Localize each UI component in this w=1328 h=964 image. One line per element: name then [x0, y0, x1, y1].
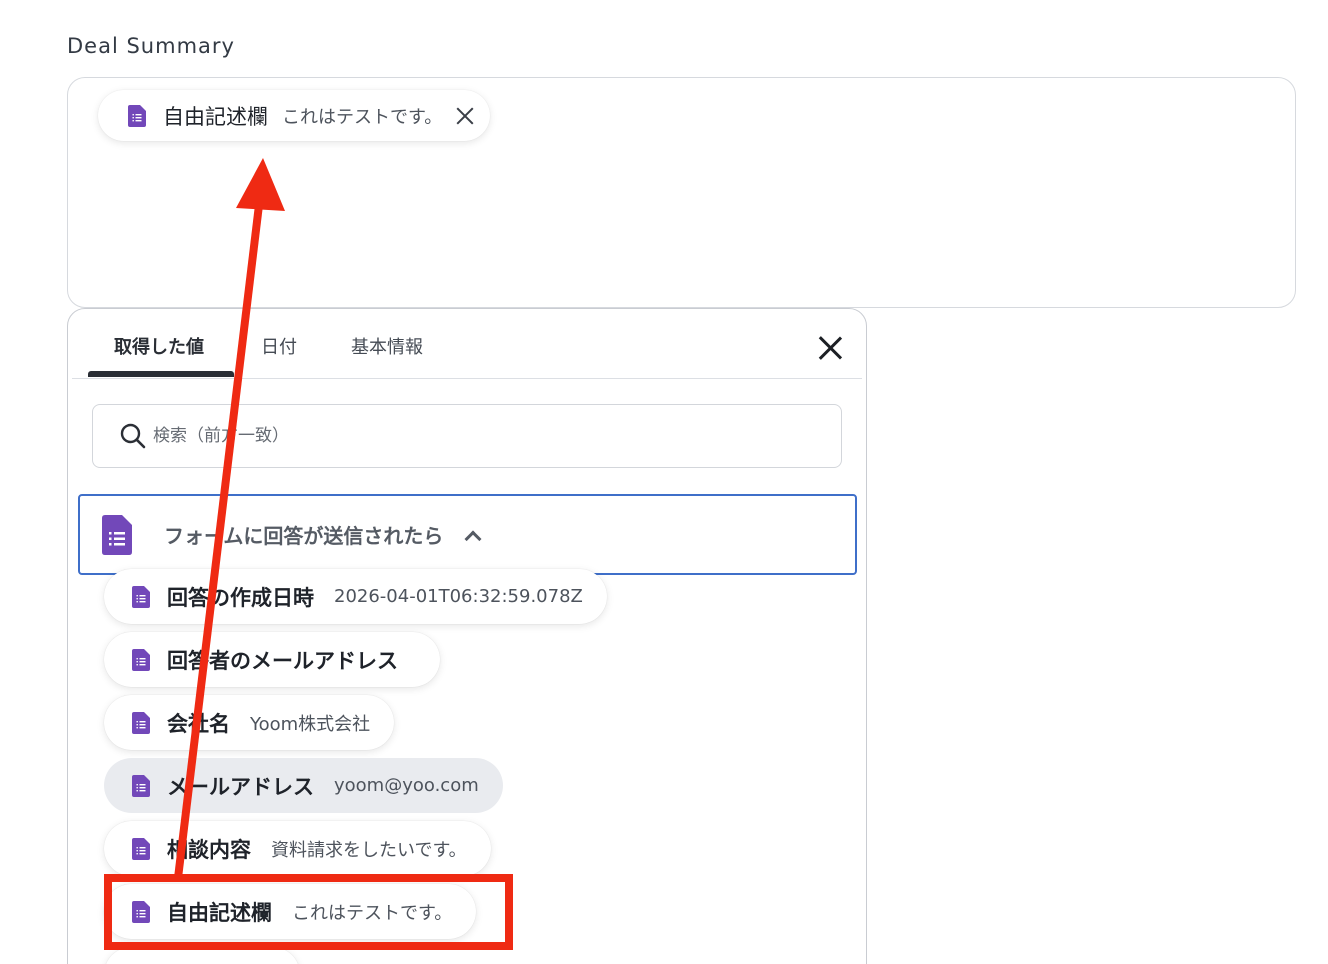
item-value: 2026-04-01T06:32:59.078Z — [334, 586, 583, 607]
trigger-group-header[interactable]: フォームに回答が送信されたら — [78, 494, 857, 575]
item-title: 回答者のメールアドレス — [167, 648, 398, 673]
variable-item-response-created-at[interactable]: 回答の作成日時 2026-04-01T06:32:59.078Z — [104, 569, 607, 624]
google-forms-doc-icon — [132, 585, 150, 608]
annotation-highlight-box — [104, 874, 513, 950]
tab-basic-info[interactable]: 基本情報 — [351, 333, 423, 359]
tab-bar: 取得した値 日付 基本情報 — [72, 309, 862, 379]
item-value: 資料請求をしたいです。 — [271, 839, 467, 861]
variable-item-inquiry[interactable]: 相談内容 資料請求をしたいです。 — [104, 821, 491, 876]
item-value: Yoom株式会社 — [250, 713, 371, 735]
close-icon[interactable] — [817, 335, 843, 361]
search-icon — [120, 423, 146, 449]
variable-item-email[interactable]: メールアドレス yoom@yoo.com — [104, 758, 503, 813]
summary-variable-chip[interactable]: 自由記述欄 これはテストです。 — [98, 90, 491, 141]
google-forms-doc-icon — [102, 514, 132, 555]
chevron-up-icon — [463, 526, 481, 544]
item-title: 相談内容 — [167, 837, 251, 862]
item-title: メールアドレス — [167, 774, 314, 799]
variable-item-respondent-email[interactable]: 回答者のメールアドレス — [104, 632, 440, 687]
item-value: yoom@yoo.com — [334, 775, 479, 796]
variable-picker-panel: 取得した値 日付 基本情報 フォームに回答が送信されたら 回答の作成日時 202… — [67, 308, 867, 964]
item-title: 会社名 — [167, 711, 230, 736]
group-title: フォームに回答が送信されたら — [164, 524, 444, 548]
google-forms-doc-icon — [132, 711, 150, 734]
tab-date[interactable]: 日付 — [261, 333, 297, 359]
chip-value: これはテストです。 — [282, 106, 443, 128]
google-forms-doc-icon — [132, 648, 150, 671]
variable-item-company-name[interactable]: 会社名 Yoom株式会社 — [104, 695, 395, 750]
field-label: Deal Summary — [67, 34, 235, 58]
search-field[interactable] — [92, 404, 842, 468]
item-title: 回答の作成日時 — [167, 585, 314, 610]
search-input[interactable] — [153, 426, 753, 446]
google-forms-doc-icon — [128, 104, 146, 127]
active-tab-indicator — [88, 371, 234, 377]
google-forms-doc-icon — [132, 837, 150, 860]
chip-title: 自由記述欄 — [163, 104, 268, 129]
google-forms-doc-icon — [132, 774, 150, 797]
remove-chip-icon[interactable] — [454, 105, 476, 127]
tab-retrieved-values[interactable]: 取得した値 — [114, 333, 204, 359]
